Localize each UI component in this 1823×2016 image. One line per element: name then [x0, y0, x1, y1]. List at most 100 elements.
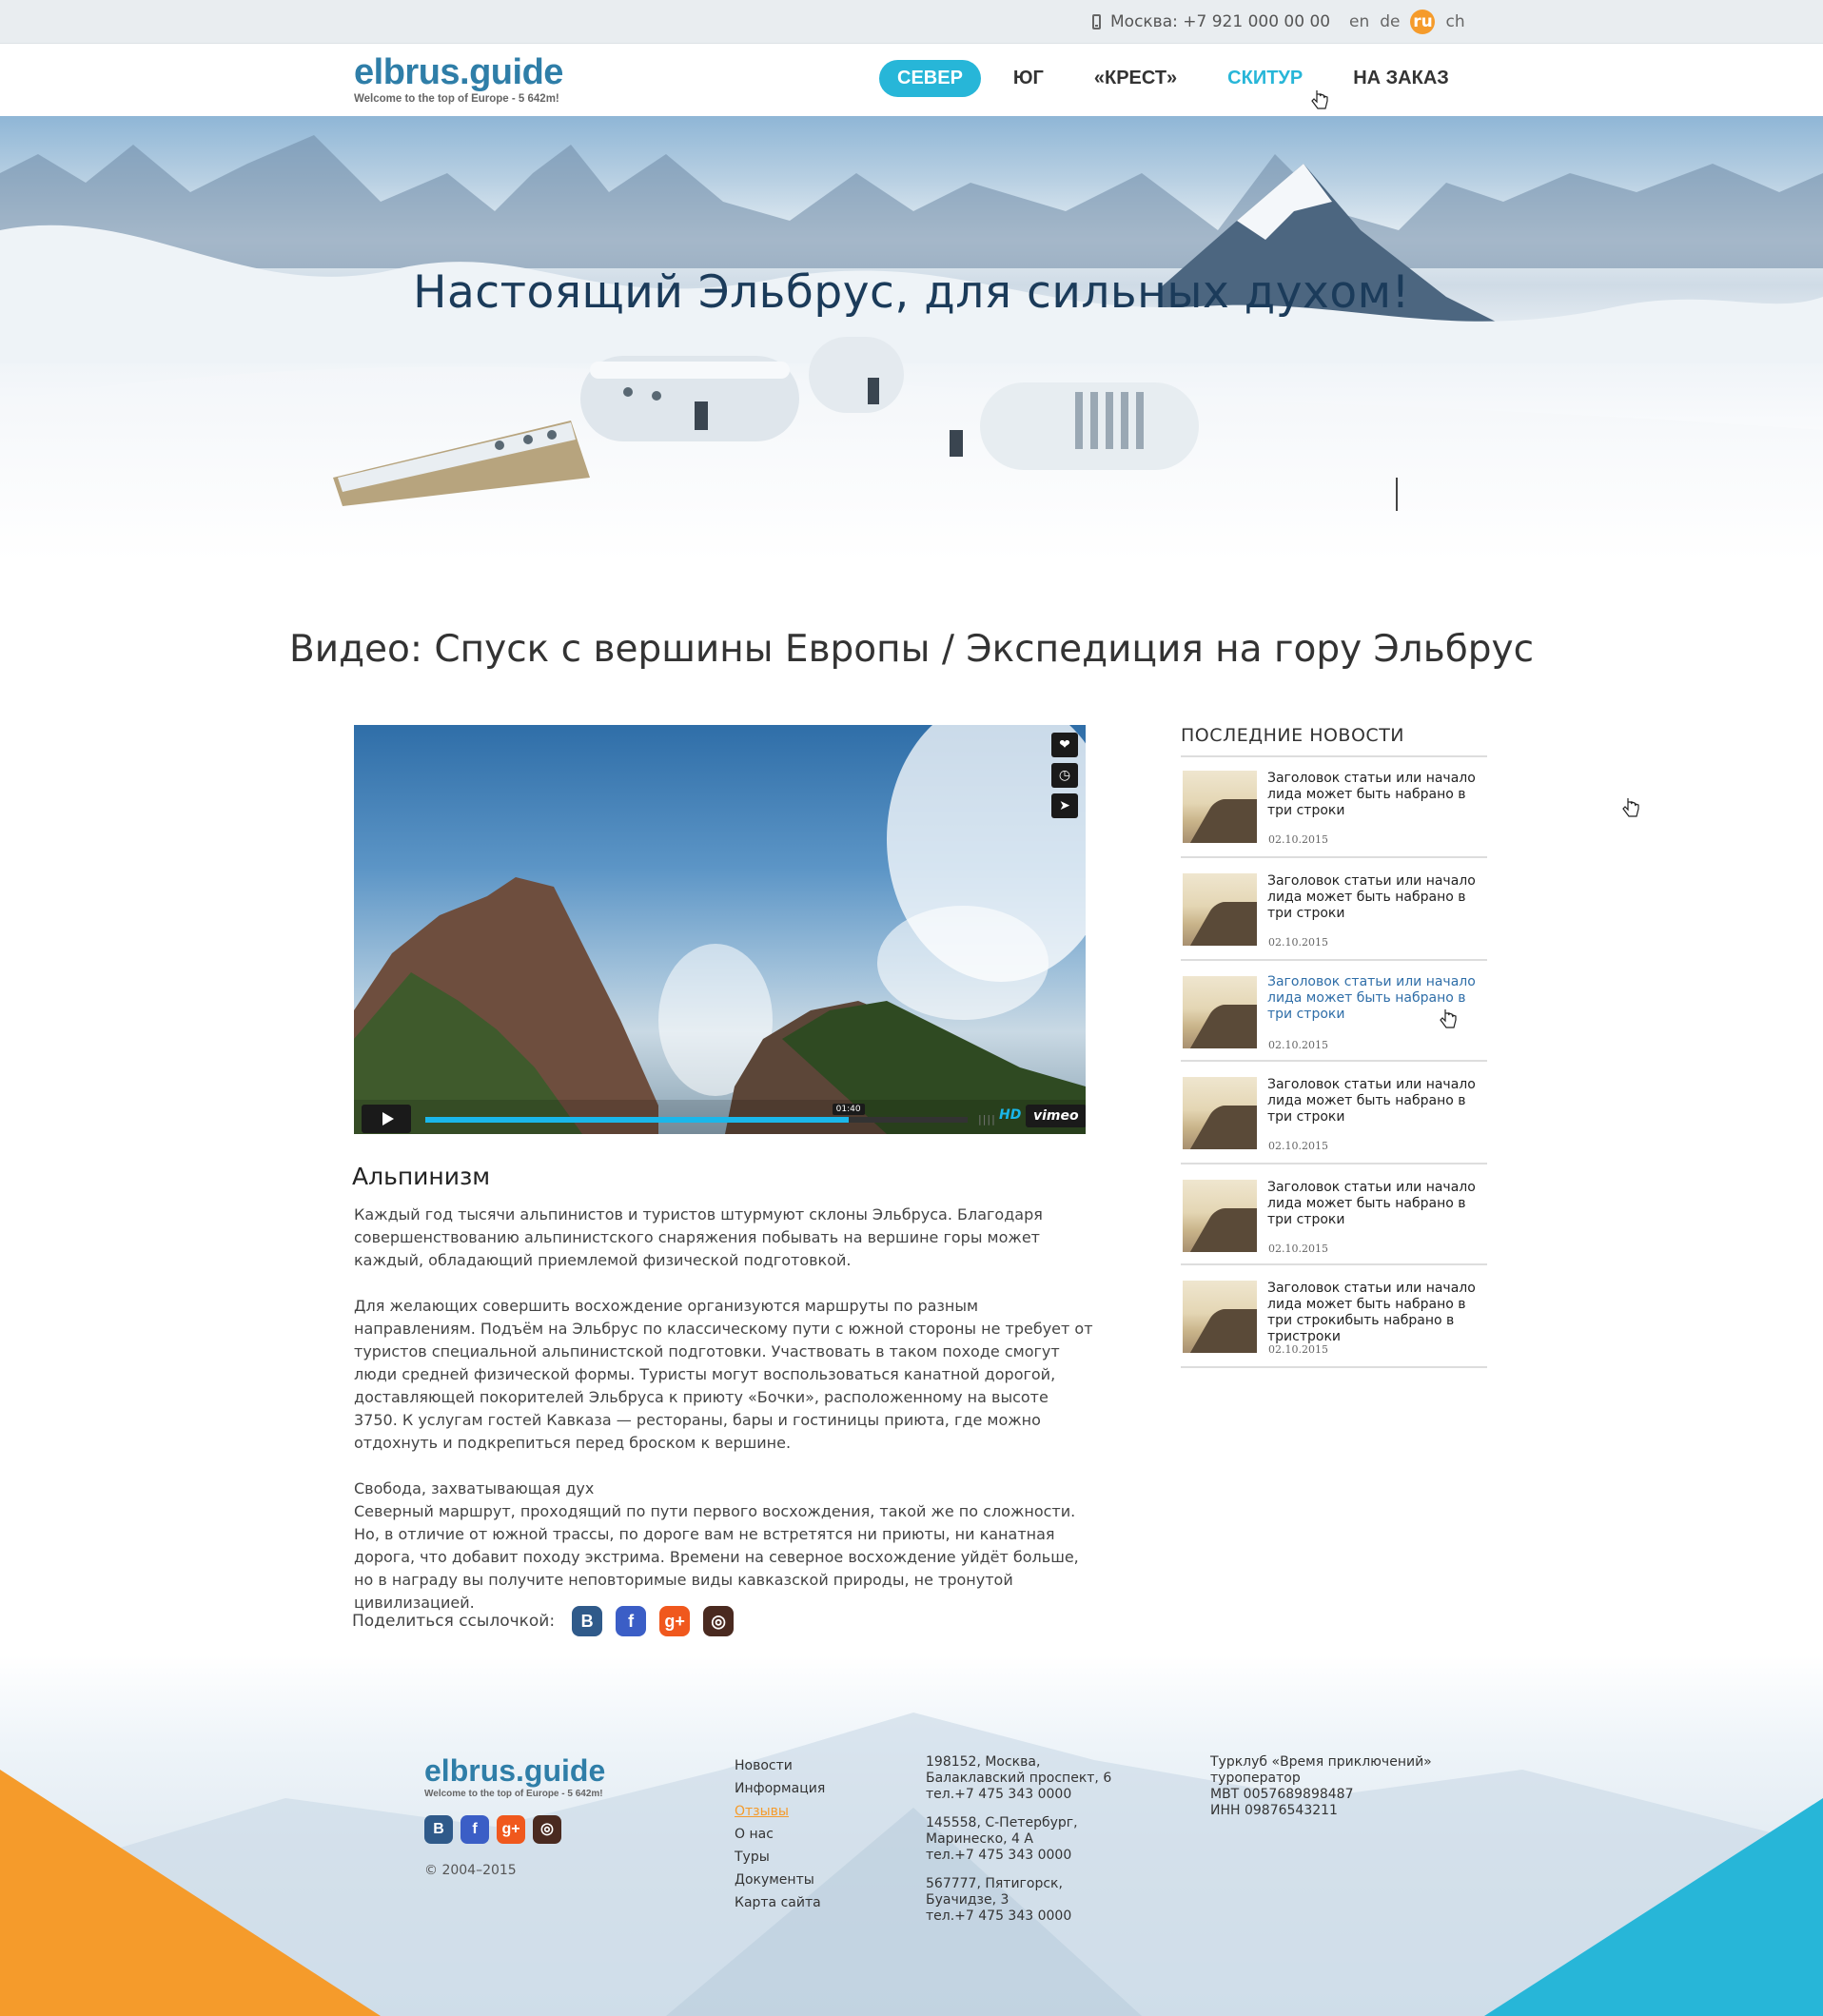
- video-progress-bar[interactable]: 01:40: [425, 1104, 968, 1123]
- news-date: 02.10.2015: [1268, 1343, 1328, 1356]
- footer-addresses: 198152, Москва, Балаклавский проспект, 6…: [926, 1754, 1111, 1937]
- article-body: Каждый год тысячи альпинистов и туристов…: [354, 1204, 1096, 1637]
- footer-link-reviews[interactable]: Отзывы: [735, 1800, 825, 1823]
- video-player[interactable]: ❤ ◷ ➤ 01:40 |||| HD vimeo: [354, 725, 1086, 1134]
- lang-en[interactable]: en: [1349, 10, 1369, 34]
- share-video-button[interactable]: ➤: [1051, 793, 1078, 818]
- share-icons: В f g+ ◎: [572, 1606, 735, 1636]
- footer-link-sitemap[interactable]: Карта сайта: [735, 1891, 825, 1914]
- page-title: Видео: Спуск с вершины Европы / Экспедиц…: [288, 628, 1535, 671]
- hero-mountain-image: [0, 135, 1823, 561]
- address-block: 145558, С-Петербург, Маринеско, 4 А тел.…: [926, 1815, 1111, 1864]
- news-title[interactable]: Заголовок статьи или начало лида может б…: [1267, 873, 1492, 922]
- vk-icon[interactable]: В: [572, 1606, 603, 1636]
- footer-link-documents[interactable]: Документы: [735, 1869, 825, 1891]
- clock-icon: ◷: [1058, 768, 1071, 783]
- like-button[interactable]: ❤: [1051, 733, 1078, 757]
- site-logo[interactable]: elbrus.guide Welcome to the top of Europ…: [354, 53, 563, 105]
- hand-cursor-icon: [1622, 798, 1639, 817]
- vk-icon[interactable]: В: [424, 1815, 453, 1844]
- video-time-label: 01:40: [832, 1104, 865, 1115]
- news-thumbnail[interactable]: [1183, 771, 1257, 843]
- footer-link-news[interactable]: Новости: [735, 1754, 825, 1777]
- phone-icon: [1092, 14, 1101, 29]
- news-thumbnail[interactable]: [1183, 873, 1257, 946]
- address-phone: тел.+7 475 343 0000: [926, 1908, 1072, 1924]
- news-thumbnail[interactable]: [1183, 976, 1257, 1048]
- news-item[interactable]: Заголовок статьи или начало лида может б…: [1181, 1064, 1487, 1165]
- google-plus-icon[interactable]: g+: [659, 1606, 691, 1636]
- news-item[interactable]: Заголовок статьи или начало лида может б…: [1181, 963, 1487, 1062]
- instagram-icon[interactable]: ◎: [533, 1815, 561, 1844]
- watch-later-button[interactable]: ◷: [1051, 763, 1078, 788]
- video-controls: 01:40 |||| HD vimeo: [354, 1100, 1086, 1134]
- hd-button[interactable]: HD: [999, 1107, 1021, 1123]
- share-block: Поделиться ссылочкой: В f g+ ◎: [352, 1606, 735, 1636]
- article-paragraph: Северный маршрут, проходящий по пути пер…: [354, 1502, 1079, 1612]
- footer-link-about[interactable]: О нас: [735, 1823, 825, 1846]
- vimeo-logo[interactable]: vimeo: [1026, 1105, 1086, 1127]
- footer-menu: Новости Информация Отзывы О нас Туры Док…: [735, 1754, 825, 1914]
- video-progress-fill: [425, 1117, 849, 1123]
- language-switcher: en de ru ch: [1349, 10, 1465, 34]
- news-item[interactable]: Заголовок статьи или начало лида может б…: [1181, 1166, 1487, 1265]
- nav-skitur[interactable]: СКИТУР: [1209, 60, 1321, 97]
- copyright: © 2004–2015: [424, 1863, 517, 1878]
- news-title[interactable]: Заголовок статьи или начало лида может б…: [1267, 974, 1492, 1023]
- footer-link-info[interactable]: Информация: [735, 1777, 825, 1800]
- news-item[interactable]: Заголовок статьи или начало лида может б…: [1181, 860, 1487, 961]
- news-title[interactable]: Заголовок статьи или начало лида может б…: [1267, 1281, 1492, 1345]
- article-heading: Альпинизм: [352, 1163, 491, 1190]
- facebook-icon[interactable]: f: [616, 1606, 647, 1636]
- nav-na-zakaz[interactable]: НА ЗАКАЗ: [1335, 60, 1467, 97]
- article-paragraph: Для желающих совершить восхождение орган…: [354, 1297, 1093, 1452]
- lang-de[interactable]: de: [1380, 10, 1400, 34]
- google-plus-icon[interactable]: g+: [497, 1815, 525, 1844]
- news-thumbnail[interactable]: [1183, 1077, 1257, 1149]
- sidebar-heading: ПОСЛЕДНИЕ НОВОСТИ: [1181, 725, 1405, 746]
- hero-title: Настоящий Эльбрус, для сильных духом!: [413, 266, 1410, 319]
- nav-sever[interactable]: СЕВЕР: [879, 60, 981, 97]
- share-label: Поделиться ссылочкой:: [352, 1612, 556, 1631]
- footer-social: В f g+ ◎: [424, 1815, 561, 1844]
- lang-ch[interactable]: ch: [1445, 10, 1464, 34]
- article-subheading: Свобода, захватывающая дух: [354, 1479, 595, 1497]
- news-title[interactable]: Заголовок статьи или начало лида может б…: [1267, 1077, 1492, 1125]
- phone-contact[interactable]: Москва: +7 921 000 00 00: [1092, 12, 1330, 31]
- hand-cursor-icon: [1440, 1009, 1457, 1028]
- facebook-icon[interactable]: f: [461, 1815, 489, 1844]
- news-item[interactable]: Заголовок статьи или начало лида может б…: [1181, 757, 1487, 858]
- news-thumbnail[interactable]: [1183, 1180, 1257, 1252]
- address-phone: тел.+7 475 343 0000: [926, 1787, 1072, 1802]
- phone-text: Москва: +7 921 000 00 00: [1110, 12, 1331, 31]
- address-line: Буачидзе, 3: [926, 1892, 1010, 1908]
- news-title[interactable]: Заголовок статьи или начало лида может б…: [1267, 1180, 1492, 1228]
- news-item[interactable]: Заголовок статьи или начало лида может б…: [1181, 1267, 1487, 1368]
- address-line: Балаклавский проспект, 6: [926, 1771, 1112, 1786]
- news-thumbnail[interactable]: [1183, 1281, 1257, 1353]
- address-line: 567777, Пятигорск,: [926, 1876, 1063, 1891]
- instagram-icon[interactable]: ◎: [703, 1606, 735, 1636]
- footer-link-tours[interactable]: Туры: [735, 1846, 825, 1869]
- address-line: Маринеско, 4 А: [926, 1831, 1033, 1847]
- address-line: 198152, Москва,: [926, 1754, 1041, 1770]
- lang-ru[interactable]: ru: [1410, 10, 1436, 34]
- site-header: elbrus.guide Welcome to the top of Europ…: [0, 44, 1823, 116]
- site-footer: elbrus.guide Welcome to the top of Europ…: [0, 1655, 1823, 2016]
- news-title[interactable]: Заголовок статьи или начало лида может б…: [1267, 771, 1492, 819]
- footer-company-info: Турклуб «Время приключений» туроператор …: [1210, 1754, 1432, 1819]
- news-date: 02.10.2015: [1268, 833, 1328, 846]
- footer-logo-text: elbrus.guide: [424, 1753, 606, 1788]
- company-name: Турклуб «Время приключений»: [1210, 1754, 1432, 1770]
- volume-icon[interactable]: ||||: [978, 1113, 996, 1125]
- news-date: 02.10.2015: [1268, 1140, 1328, 1152]
- video-frame-image: [354, 725, 1086, 1134]
- footer-mountain-background: [0, 1713, 1823, 2016]
- play-button[interactable]: [362, 1105, 411, 1133]
- address-block: 198152, Москва, Балаклавский проспект, 6…: [926, 1754, 1111, 1803]
- news-date: 02.10.2015: [1268, 1243, 1328, 1255]
- footer-logo[interactable]: elbrus.guide Welcome to the top of Europ…: [424, 1754, 605, 1799]
- nav-yug[interactable]: ЮГ: [995, 60, 1062, 97]
- nav-krest[interactable]: «КРЕСТ»: [1076, 60, 1195, 97]
- footer-logo-tagline: Welcome to the top of Europe - 5 642m!: [424, 1789, 603, 1799]
